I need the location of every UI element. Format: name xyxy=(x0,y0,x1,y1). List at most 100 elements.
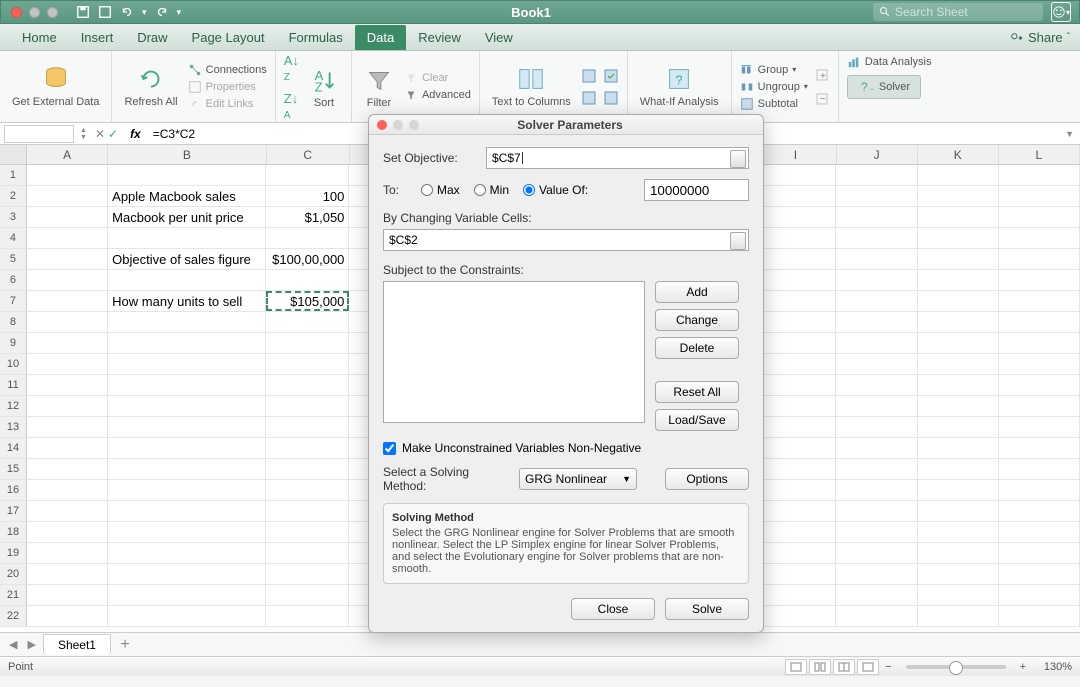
expand-formula-bar-icon[interactable]: ▼ xyxy=(1059,129,1080,139)
cell[interactable] xyxy=(108,417,266,437)
solving-method-select[interactable]: GRG Nonlinear ▼ xyxy=(519,468,637,490)
cell[interactable] xyxy=(836,564,917,584)
cell[interactable] xyxy=(266,564,349,584)
cell[interactable] xyxy=(266,543,349,563)
cell[interactable]: $105,000 xyxy=(266,291,349,311)
get-external-data-button[interactable]: Get External Data xyxy=(8,64,103,108)
cell[interactable] xyxy=(918,186,999,206)
namebox-down-icon[interactable]: ▼ xyxy=(80,134,87,141)
cell[interactable] xyxy=(836,207,917,227)
cell[interactable] xyxy=(266,396,349,416)
row-header[interactable]: 3 xyxy=(0,207,27,227)
cell[interactable] xyxy=(999,186,1080,206)
cell[interactable] xyxy=(755,459,836,479)
save-icon[interactable] xyxy=(76,5,90,19)
cell[interactable] xyxy=(836,270,917,290)
row-header[interactable]: 1 xyxy=(0,165,27,185)
cell[interactable] xyxy=(999,459,1080,479)
row-header[interactable]: 8 xyxy=(0,312,27,332)
cell[interactable] xyxy=(108,396,266,416)
tab-view[interactable]: View xyxy=(473,25,525,50)
row-header[interactable]: 6 xyxy=(0,270,27,290)
cell[interactable]: 100 xyxy=(266,186,349,206)
cell[interactable] xyxy=(108,522,266,542)
cell[interactable]: $1,050 xyxy=(266,207,349,227)
cell[interactable] xyxy=(755,375,836,395)
col-header-b[interactable]: B xyxy=(108,145,266,164)
row-header[interactable]: 13 xyxy=(0,417,27,437)
cell[interactable] xyxy=(918,249,999,269)
set-objective-input[interactable]: $C$7 xyxy=(486,147,749,169)
cell[interactable] xyxy=(27,228,108,248)
cell[interactable] xyxy=(999,312,1080,332)
cell[interactable] xyxy=(27,501,108,521)
row-header[interactable]: 19 xyxy=(0,543,27,563)
cell[interactable] xyxy=(836,186,917,206)
cell[interactable] xyxy=(266,270,349,290)
share-button[interactable]: Share ˆ xyxy=(1000,25,1080,50)
cell[interactable] xyxy=(266,459,349,479)
cell[interactable] xyxy=(836,354,917,374)
cell[interactable] xyxy=(755,501,836,521)
cell[interactable]: How many units to sell xyxy=(108,291,266,311)
cell[interactable] xyxy=(108,543,266,563)
cell[interactable] xyxy=(918,480,999,500)
cell[interactable]: Macbook per unit price xyxy=(108,207,266,227)
tab-draw[interactable]: Draw xyxy=(125,25,179,50)
cell[interactable] xyxy=(27,480,108,500)
cell[interactable] xyxy=(836,333,917,353)
col-header-j[interactable]: J xyxy=(837,145,918,164)
cell[interactable] xyxy=(836,228,917,248)
row-header[interactable]: 18 xyxy=(0,522,27,542)
consolidate-icon[interactable] xyxy=(603,90,619,106)
col-header-a[interactable]: A xyxy=(27,145,108,164)
cell[interactable] xyxy=(918,165,999,185)
row-header[interactable]: 12 xyxy=(0,396,27,416)
cell[interactable] xyxy=(755,249,836,269)
cell[interactable] xyxy=(999,564,1080,584)
cell[interactable] xyxy=(27,291,108,311)
cell[interactable] xyxy=(266,585,349,605)
cell[interactable] xyxy=(836,291,917,311)
redo-icon[interactable] xyxy=(155,5,169,19)
cell[interactable] xyxy=(27,543,108,563)
namebox-up-icon[interactable]: ▲ xyxy=(80,127,87,134)
sheet-nav-prev-icon[interactable]: ◀ xyxy=(6,638,20,651)
col-header-i[interactable]: I xyxy=(755,145,836,164)
sort-desc-button[interactable]: Z↓A xyxy=(284,91,299,121)
cell[interactable] xyxy=(999,228,1080,248)
tab-page-layout[interactable]: Page Layout xyxy=(180,25,277,50)
accept-formula-icon[interactable]: ✓ xyxy=(108,127,118,141)
cell[interactable] xyxy=(999,438,1080,458)
cell[interactable] xyxy=(755,522,836,542)
row-header[interactable]: 10 xyxy=(0,354,27,374)
show-detail-icon[interactable]: + xyxy=(814,67,830,83)
edit-links-button[interactable]: Edit Links xyxy=(188,97,267,111)
close-button[interactable]: Close xyxy=(571,598,655,620)
value-of-input[interactable] xyxy=(644,179,749,201)
cell[interactable] xyxy=(27,564,108,584)
cell[interactable] xyxy=(108,501,266,521)
cell[interactable] xyxy=(266,438,349,458)
row-header[interactable]: 14 xyxy=(0,438,27,458)
data-validation-icon[interactable] xyxy=(603,68,619,84)
close-window-icon[interactable] xyxy=(11,7,22,18)
col-header-c[interactable]: C xyxy=(267,145,350,164)
cell[interactable] xyxy=(755,291,836,311)
advanced-filter-button[interactable]: Advanced xyxy=(404,88,471,102)
cell[interactable] xyxy=(999,270,1080,290)
properties-button[interactable]: Properties xyxy=(188,80,267,94)
cell[interactable] xyxy=(999,417,1080,437)
tab-data[interactable]: Data xyxy=(355,25,406,50)
cell[interactable] xyxy=(836,417,917,437)
refresh-all-button[interactable]: Refresh All xyxy=(120,64,181,108)
options-button[interactable]: Options xyxy=(665,468,749,490)
cell[interactable] xyxy=(266,606,349,626)
cell[interactable] xyxy=(999,165,1080,185)
filter-button[interactable]: Filter xyxy=(360,65,398,109)
row-header[interactable]: 15 xyxy=(0,459,27,479)
sheet-tab-sheet1[interactable]: Sheet1 xyxy=(43,634,111,655)
cell[interactable] xyxy=(266,501,349,521)
tab-home[interactable]: Home xyxy=(10,25,69,50)
cell[interactable] xyxy=(755,543,836,563)
